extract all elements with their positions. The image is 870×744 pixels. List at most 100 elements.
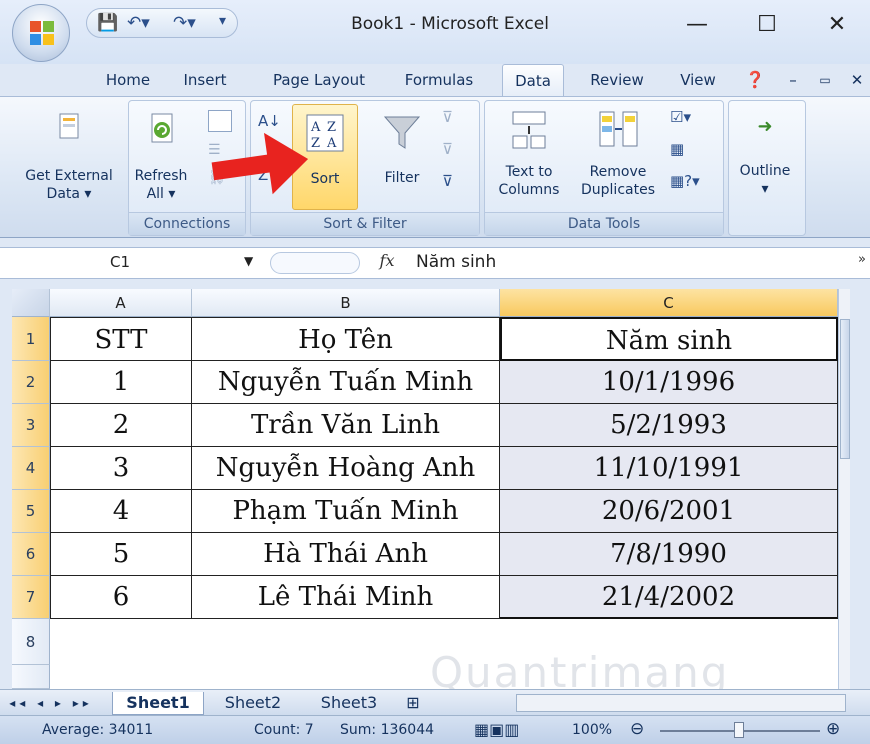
cell-a5[interactable]: 4	[50, 490, 192, 533]
zoom-out-icon[interactable]: ⊖	[630, 719, 644, 739]
filter-label: Filter	[384, 170, 420, 186]
cell-c4[interactable]: 11/10/1991	[500, 447, 838, 490]
zoom-slider-thumb[interactable]	[734, 722, 744, 738]
ribbon-minimize-icon[interactable]: –	[780, 64, 806, 96]
tab-page-layout[interactable]: Page Layout	[262, 64, 376, 96]
cell-b5[interactable]: Phạm Tuấn Minh	[192, 490, 500, 533]
cell-a2[interactable]: 1	[50, 361, 192, 404]
cell-b7[interactable]: Lê Thái Minh	[192, 576, 500, 619]
clear-filter-icon[interactable]: ⊽	[442, 108, 466, 132]
row-header-6[interactable]: 6	[12, 533, 50, 576]
column-header-a[interactable]: A	[50, 289, 192, 317]
filter-button[interactable]: Filter	[370, 104, 434, 208]
sheet-tab-1[interactable]: Sheet1	[112, 692, 204, 715]
minimize-button[interactable]: —	[672, 8, 722, 42]
row-header-9[interactable]	[12, 665, 50, 689]
row-header-8[interactable]: 8	[12, 619, 50, 665]
cell-c6[interactable]: 7/8/1990	[500, 533, 838, 576]
tab-insert[interactable]: Insert	[175, 64, 235, 96]
vertical-scrollbar[interactable]	[838, 289, 850, 689]
undo-icon[interactable]: ↶▾	[127, 13, 150, 33]
consolidate-icon[interactable]: ▦	[670, 140, 710, 164]
refresh-label-1: Refresh	[134, 168, 188, 184]
name-box[interactable]: C1 ▼	[8, 250, 258, 276]
row-header-7[interactable]: 7	[12, 576, 50, 619]
cell-a6[interactable]: 5	[50, 533, 192, 576]
tab-review[interactable]: Review	[582, 64, 652, 96]
cell-a7[interactable]: 6	[50, 576, 192, 619]
cell-b4[interactable]: Nguyễn Hoàng Anh	[192, 447, 500, 490]
get-external-label-1: Get External	[25, 168, 113, 184]
red-arrow-annotation	[211, 132, 309, 195]
sort-filter-group-label: Sort & Filter	[251, 212, 479, 235]
connections-group-label: Connections	[129, 212, 245, 235]
refresh-label-2: All ▾	[146, 186, 176, 202]
customize-qat-icon[interactable]: ▾	[219, 13, 226, 33]
cell-b6[interactable]: Hà Thái Anh	[192, 533, 500, 576]
name-box-value: C1	[110, 253, 131, 271]
tab-view[interactable]: View	[672, 64, 724, 96]
cell-a4[interactable]: 3	[50, 447, 192, 490]
advanced-filter-icon[interactable]: ⊽	[442, 172, 466, 196]
cell-c5[interactable]: 20/6/2001	[500, 490, 838, 533]
cell-c1[interactable]: Năm sinh	[500, 317, 838, 361]
tab-home[interactable]: Home	[98, 64, 158, 96]
window-title: Book1 - Microsoft Excel	[351, 14, 549, 34]
redo-icon[interactable]: ↷▾	[173, 13, 196, 33]
cell-c7[interactable]: 21/4/2002	[500, 576, 838, 619]
remove-duplicates-button[interactable]: Remove Duplicates	[572, 104, 664, 208]
what-if-analysis-icon[interactable]: ▦?▾	[670, 172, 710, 196]
cell-b3[interactable]: Trần Văn Linh	[192, 404, 500, 447]
row-header-3[interactable]: 3	[12, 404, 50, 447]
row-header-1[interactable]: 1	[12, 317, 50, 361]
help-icon[interactable]: ❓	[742, 64, 768, 96]
quick-access-toolbar: 💾 ↶▾ ↷▾ ▾	[86, 8, 238, 38]
outline-label: Outline	[739, 163, 791, 179]
ribbon-close-icon[interactable]: ✕	[844, 64, 870, 96]
column-header-b[interactable]: B	[192, 289, 500, 317]
ribbon-restore-icon[interactable]: ▭	[812, 64, 838, 96]
zoom-level[interactable]: 100%	[572, 722, 612, 738]
sheet-tab-bar: ◂◂ ◂ ▸ ▸▸ Sheet1 Sheet2 Sheet3 ⊞	[0, 689, 870, 715]
maximize-button[interactable]: ☐	[742, 8, 792, 42]
cell-a3[interactable]: 2	[50, 404, 192, 447]
reapply-filter-icon[interactable]: ⊽	[442, 140, 466, 164]
row-header-5[interactable]: 5	[12, 490, 50, 533]
cell-b2[interactable]: Nguyễn Tuấn Minh	[192, 361, 500, 404]
formula-input[interactable]: Năm sinh	[416, 252, 816, 276]
insert-function-icon[interactable]: fx	[372, 251, 402, 275]
cell-c3[interactable]: 5/2/1993	[500, 404, 838, 447]
expand-formula-bar-icon[interactable]: »	[858, 252, 870, 274]
svg-text:Z: Z	[311, 136, 320, 151]
zoom-in-icon[interactable]: ⊕	[826, 719, 840, 739]
cell-a1[interactable]: STT	[50, 317, 192, 361]
outline-button[interactable]: ➜ Outline ▾	[730, 104, 800, 208]
column-header-c[interactable]: C	[500, 289, 838, 317]
sheet-nav-arrows-icon[interactable]: ◂◂ ◂ ▸ ▸▸	[6, 692, 96, 714]
name-box-dropdown-icon[interactable]: ▼	[244, 254, 253, 268]
sheet-tab-2[interactable]: Sheet2	[208, 692, 298, 714]
get-external-data-button[interactable]: Get External Data ▾	[14, 104, 124, 208]
tab-data[interactable]: Data	[502, 64, 564, 97]
worksheet-grid[interactable]: A B C 1 2 3 4 5 6 7 8 STT Họ Tên Năm sin…	[12, 289, 850, 689]
row-header-4[interactable]: 4	[12, 447, 50, 490]
text-to-columns-button[interactable]: Text to Columns	[490, 104, 568, 208]
insert-sheet-icon[interactable]: ⊞	[398, 692, 428, 714]
cell-c2[interactable]: 10/1/1996	[500, 361, 838, 404]
refresh-all-button[interactable]: Refresh All ▾	[130, 104, 192, 208]
sheet-tab-3[interactable]: Sheet3	[304, 692, 394, 714]
select-all-button[interactable]	[12, 289, 50, 317]
data-validation-icon[interactable]: ☑▾	[670, 108, 710, 132]
save-icon[interactable]: 💾	[97, 13, 118, 33]
status-bar: Average: 34011 Count: 7 Sum: 136044 ▦▣▥ …	[0, 715, 870, 744]
view-buttons-icon[interactable]: ▦▣▥	[474, 720, 519, 739]
vertical-scroll-thumb[interactable]	[840, 319, 850, 459]
tab-formulas[interactable]: Formulas	[396, 64, 482, 96]
formula-bar-splitter[interactable]	[270, 252, 360, 274]
cell-b1[interactable]: Họ Tên	[192, 317, 500, 361]
remove-duplicates-label-2: Duplicates	[581, 182, 655, 198]
row-header-2[interactable]: 2	[12, 361, 50, 404]
zoom-slider[interactable]	[660, 722, 820, 738]
close-button[interactable]: ✕	[812, 8, 862, 42]
horizontal-scrollbar[interactable]	[516, 694, 846, 712]
